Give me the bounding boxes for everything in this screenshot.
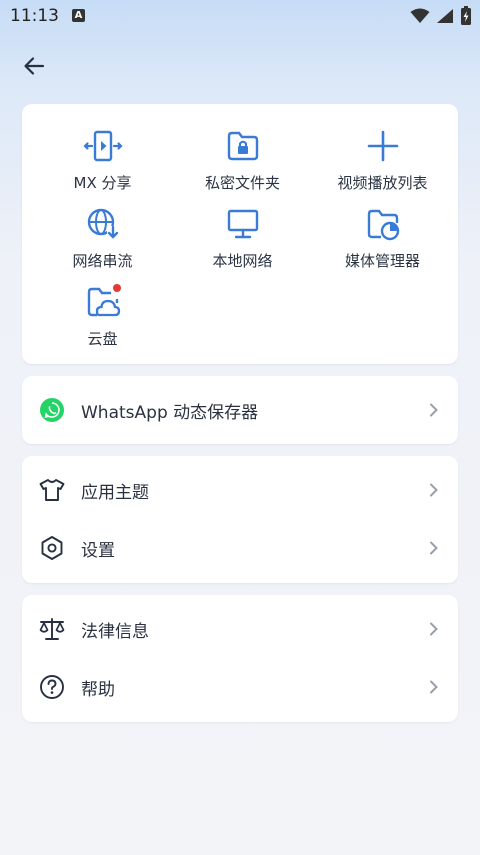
chevron-right-icon bbox=[424, 400, 444, 420]
private-folder-icon bbox=[223, 128, 263, 164]
grid-item-label: 私密文件夹 bbox=[204, 174, 280, 192]
legal-info-item[interactable]: 法律信息 bbox=[22, 600, 458, 658]
grid-item-label: 本地网络 bbox=[212, 252, 273, 270]
legal-info-label: 法律信息 bbox=[81, 621, 149, 642]
whatsapp-status-saver-item[interactable]: WhatsApp 动态保存器 bbox=[22, 381, 458, 439]
grid-item-network-stream[interactable]: 网络串流 bbox=[30, 206, 175, 271]
monitor-icon bbox=[223, 206, 263, 242]
hexagon-settings-icon bbox=[37, 533, 67, 563]
grid-item-label: 云盘 bbox=[87, 330, 118, 348]
keyboard-indicator-icon: A bbox=[72, 9, 85, 22]
signal-icon bbox=[437, 9, 453, 23]
chevron-right-icon bbox=[424, 480, 444, 500]
chevron-right-icon bbox=[424, 619, 444, 639]
settings-label: 设置 bbox=[81, 540, 115, 561]
help-icon bbox=[37, 672, 67, 702]
help-label: 帮助 bbox=[81, 679, 115, 700]
arrow-left-icon bbox=[24, 57, 45, 75]
app-theme-item[interactable]: 应用主题 bbox=[22, 461, 458, 519]
grid-item-video-playlist[interactable]: 视频播放列表 bbox=[310, 128, 455, 193]
grid-item-private-folder[interactable]: 私密文件夹 bbox=[170, 128, 315, 193]
globe-download-icon bbox=[83, 206, 123, 242]
tshirt-icon bbox=[37, 475, 67, 505]
grid-item-label: 视频播放列表 bbox=[337, 174, 428, 192]
chevron-right-icon bbox=[424, 677, 444, 697]
notification-dot bbox=[112, 284, 121, 292]
cloud-folder-icon bbox=[83, 284, 123, 320]
grid-item-mx-share[interactable]: MX 分享 bbox=[30, 128, 175, 193]
folder-chart-icon bbox=[363, 206, 403, 242]
settings-item[interactable]: 设置 bbox=[22, 519, 458, 577]
status-time: 11:13 bbox=[10, 6, 59, 26]
grid-item-media-manager[interactable]: 媒体管理器 bbox=[310, 206, 455, 271]
plus-icon bbox=[363, 128, 403, 164]
share-icon bbox=[82, 128, 123, 164]
grid-item-local-network[interactable]: 本地网络 bbox=[170, 206, 315, 271]
status-icons bbox=[410, 6, 472, 26]
app-theme-label: 应用主题 bbox=[81, 482, 149, 503]
grid-item-cloud-drive[interactable]: 云盘 bbox=[30, 284, 175, 349]
whatsapp-label: WhatsApp 动态保存器 bbox=[81, 402, 259, 423]
whatsapp-card: WhatsApp 动态保存器 bbox=[22, 376, 458, 444]
grid-item-label: MX 分享 bbox=[73, 174, 132, 192]
features-card: MX 分享 私密文件夹 视频播放列表 网络串流 本地网络 媒体管理器 云盘 bbox=[22, 104, 458, 364]
chevron-right-icon bbox=[424, 538, 444, 558]
grid-item-label: 媒体管理器 bbox=[344, 252, 420, 270]
menu-card-info: 法律信息 帮助 bbox=[22, 595, 458, 722]
scales-icon bbox=[37, 614, 67, 644]
wifi-icon bbox=[410, 8, 430, 23]
back-button[interactable] bbox=[18, 50, 50, 82]
status-bar: 11:13 A bbox=[0, 0, 480, 34]
help-item[interactable]: 帮助 bbox=[22, 658, 458, 716]
battery-icon bbox=[461, 6, 471, 25]
menu-card-app: 应用主题 设置 bbox=[22, 456, 458, 583]
whatsapp-icon bbox=[37, 395, 67, 425]
grid-item-label: 网络串流 bbox=[72, 252, 133, 270]
